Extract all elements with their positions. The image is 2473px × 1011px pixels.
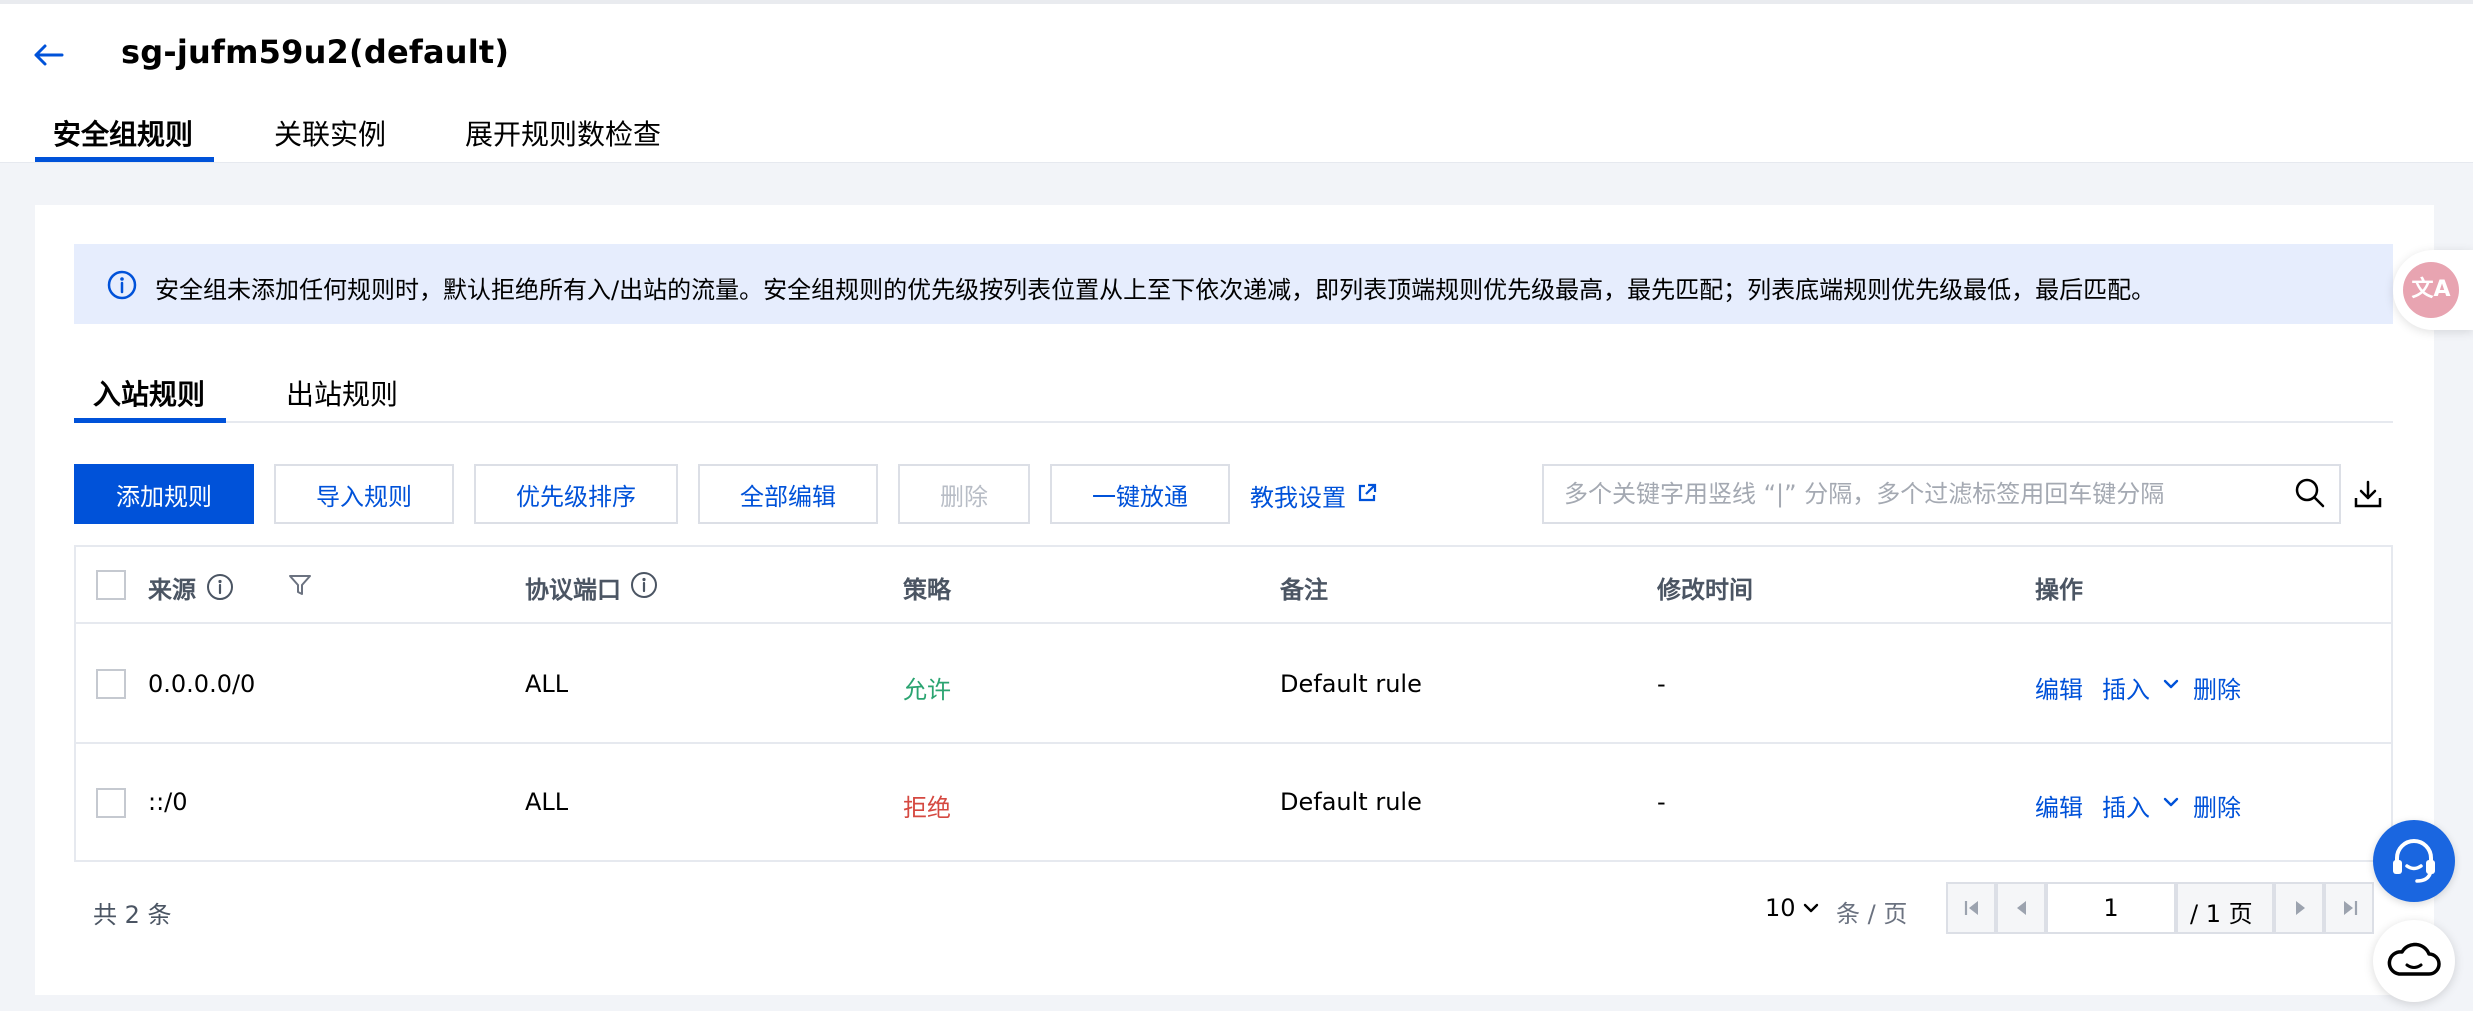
cell-policy-allow: 允许 bbox=[903, 676, 951, 704]
tab-outbound-rules[interactable]: 出站规则 bbox=[286, 373, 398, 413]
tab-active-underline bbox=[35, 157, 214, 162]
header-remark: 备注 bbox=[1280, 576, 1328, 604]
total-count: 共 2 条 bbox=[93, 901, 172, 929]
import-rule-button[interactable]: 导入规则 bbox=[274, 464, 454, 524]
translate-widget[interactable]: 文A bbox=[2393, 250, 2473, 330]
info-icon bbox=[107, 270, 137, 300]
cell-policy-deny: 拒绝 bbox=[903, 794, 951, 822]
per-page-label: 条 / 页 bbox=[1836, 900, 1908, 928]
priority-sort-button[interactable]: 优先级排序 bbox=[474, 464, 678, 524]
chevron-down-icon[interactable] bbox=[2160, 673, 2182, 695]
delete-link[interactable]: 删除 bbox=[2193, 788, 2241, 823]
delete-button[interactable]: 删除 bbox=[898, 464, 1030, 524]
delete-link[interactable]: 删除 bbox=[2193, 670, 2241, 705]
tab-associated-instances[interactable]: 关联实例 bbox=[274, 113, 386, 153]
chevron-down-icon[interactable] bbox=[1800, 897, 1822, 919]
page-number-input[interactable] bbox=[2046, 882, 2176, 934]
subtab-active-underline bbox=[74, 418, 226, 423]
insert-link[interactable]: 插入 bbox=[2102, 788, 2150, 823]
cell-protocol-port: ALL bbox=[525, 670, 569, 698]
select-all-checkbox[interactable] bbox=[96, 570, 126, 600]
subtabs-divider bbox=[74, 421, 2393, 423]
next-page-icon bbox=[2296, 901, 2305, 915]
header-policy: 策略 bbox=[903, 576, 951, 604]
tab-inbound-rules[interactable]: 入站规则 bbox=[93, 373, 205, 413]
support-button[interactable] bbox=[2373, 820, 2455, 902]
last-page-button[interactable] bbox=[2324, 882, 2374, 934]
back-arrow-icon[interactable] bbox=[30, 38, 66, 72]
header-modified-time: 修改时间 bbox=[1657, 576, 1753, 604]
prev-page-button[interactable] bbox=[1996, 882, 2046, 934]
cell-modified-time: - bbox=[1657, 788, 1666, 816]
cell-remark: Default rule bbox=[1280, 788, 1422, 816]
one-click-allow-button[interactable]: 一键放通 bbox=[1050, 464, 1230, 524]
last-page-icon bbox=[2344, 901, 2358, 915]
cell-source: 0.0.0.0/0 bbox=[148, 670, 256, 698]
edit-link[interactable]: 编辑 bbox=[2035, 670, 2083, 705]
tab-rule-count-check[interactable]: 展开规则数检查 bbox=[465, 113, 661, 153]
next-page-button[interactable] bbox=[2274, 882, 2324, 934]
external-link-icon[interactable] bbox=[1356, 482, 1378, 504]
tab-security-group-rules[interactable]: 安全组规则 bbox=[53, 113, 193, 153]
edit-link[interactable]: 编辑 bbox=[2035, 788, 2083, 823]
cell-source: ::/0 bbox=[148, 788, 188, 816]
insert-link[interactable]: 插入 bbox=[2102, 670, 2150, 705]
cell-remark: Default rule bbox=[1280, 670, 1422, 698]
row-checkbox[interactable] bbox=[96, 788, 126, 818]
search-input[interactable] bbox=[1564, 466, 2264, 522]
translate-icon: 文A bbox=[2403, 262, 2459, 318]
row-checkbox[interactable] bbox=[96, 669, 126, 699]
first-page-icon bbox=[1964, 901, 1978, 915]
page-size-select[interactable]: 10 bbox=[1765, 894, 1796, 922]
notice-text: 安全组未添加任何规则时，默认拒绝所有入/出站的流量。安全组规则的优先级按列表位置… bbox=[155, 276, 2156, 304]
cloud-icon bbox=[2387, 942, 2441, 976]
header-protocol-port: 协议端口 bbox=[525, 576, 621, 604]
source-info-icon[interactable] bbox=[205, 572, 235, 602]
cloud-assistant-button[interactable] bbox=[2373, 920, 2455, 1002]
top-edge bbox=[0, 0, 2473, 4]
prev-page-icon bbox=[2017, 901, 2026, 915]
search-icon[interactable] bbox=[2294, 477, 2326, 509]
total-pages-label: / 1 页 bbox=[2190, 900, 2253, 928]
header-source: 来源 bbox=[148, 576, 196, 604]
teach-me-link[interactable]: 教我设置 bbox=[1250, 478, 1346, 513]
header-operation: 操作 bbox=[2035, 576, 2083, 604]
row-divider bbox=[74, 742, 2393, 744]
add-rule-button[interactable]: 添加规则 bbox=[74, 464, 254, 524]
first-page-button[interactable] bbox=[1946, 882, 1996, 934]
search-box bbox=[1542, 464, 2341, 524]
chevron-down-icon[interactable] bbox=[2160, 791, 2182, 813]
download-icon[interactable] bbox=[2353, 479, 2383, 509]
cell-protocol-port: ALL bbox=[525, 788, 569, 816]
headset-icon bbox=[2393, 839, 2435, 883]
page-title: sg-jufm59u2(default) bbox=[121, 33, 510, 71]
filter-icon[interactable] bbox=[286, 571, 314, 599]
protocol-port-info-icon[interactable] bbox=[629, 570, 659, 600]
cell-modified-time: - bbox=[1657, 670, 1666, 698]
edit-all-button[interactable]: 全部编辑 bbox=[698, 464, 878, 524]
